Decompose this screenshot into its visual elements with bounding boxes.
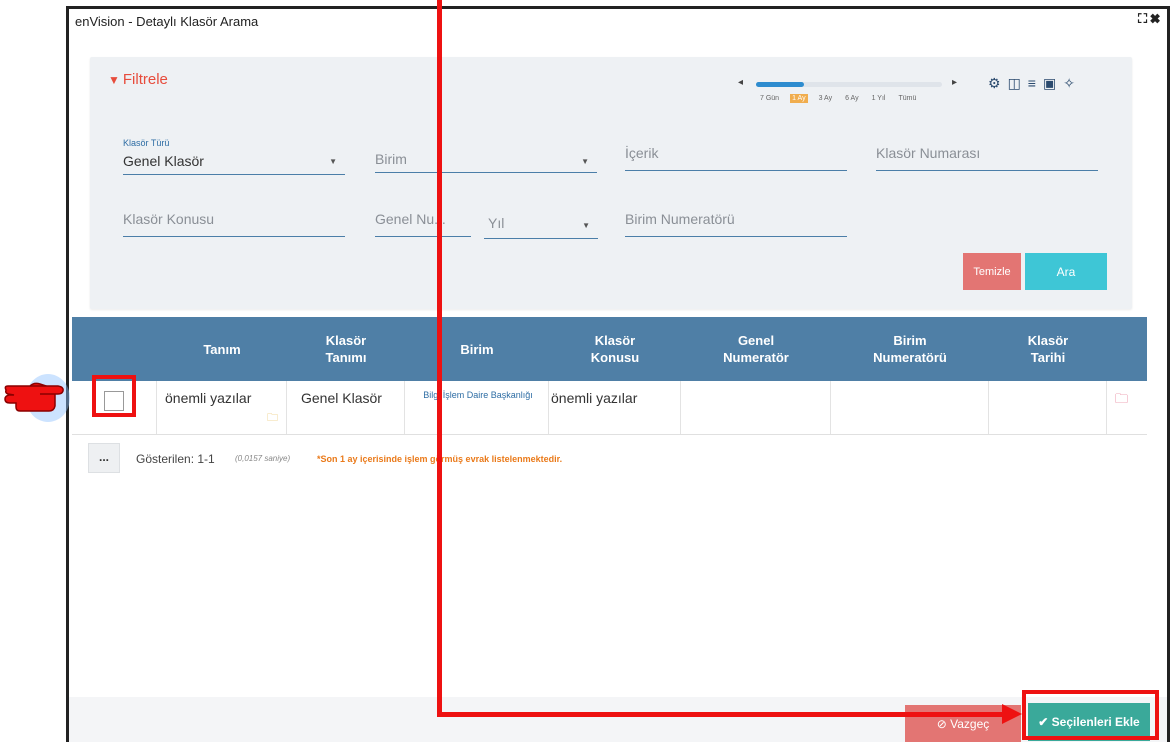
klasor-numarasi-input[interactable]: Klasör Numarası <box>876 141 1098 171</box>
range-1-ay[interactable]: 1 Ay <box>790 94 808 103</box>
range-3-ay[interactable]: 3 Ay <box>817 94 835 103</box>
annotation-arrow-vertical <box>437 0 442 716</box>
table-header: Tanım Klasör Tanımı Birim Klasör Konusu … <box>72 317 1147 381</box>
save-icon[interactable]: ▣ <box>1043 75 1056 91</box>
range-1-yil[interactable]: 1 Yıl <box>870 94 888 103</box>
cell-tanim: önemli yazılar 🗀 <box>157 381 287 434</box>
shown-count: Gösterilen: 1-1 <box>136 452 215 466</box>
klasor-turu-select[interactable]: Klasör Türü Genel Klasör ▼ <box>123 138 345 175</box>
time-range-slider[interactable]: ◂ ▸ 7 Gün 1 Ay 3 Ay 6 Ay 1 Yıl Tümü <box>738 77 960 107</box>
header-tanim[interactable]: Tanım <box>157 317 287 381</box>
birim-placeholder: Birim <box>375 151 407 167</box>
range-6-ay[interactable]: 6 Ay <box>843 94 861 103</box>
expand-icon[interactable]: ⛶ <box>1138 11 1150 26</box>
slider-track[interactable] <box>756 82 942 87</box>
select-column-header <box>72 317 157 381</box>
search-dialog: enVision - Detaylı Klasör Arama ⛶✖ ▼ Filt… <box>66 6 1170 742</box>
search-button[interactable]: Ara <box>1025 253 1107 290</box>
chevron-down-icon: ▼ <box>329 157 337 166</box>
klasor-konusu-value: önemli yazılar <box>551 390 638 406</box>
birim-select[interactable]: Birim ▼ <box>375 143 597 173</box>
range-7-gun[interactable]: 7 Gün <box>758 94 781 103</box>
header-genel-numerator[interactable]: Genel Numeratör <box>681 317 831 381</box>
cell-birim: Bilgi İşlem Daire Başkanlığı <box>405 381 549 434</box>
dialog-title: enVision - Detaylı Klasör Arama <box>75 14 259 29</box>
klasor-konusu-input[interactable]: Klasör Konusu <box>123 207 345 237</box>
add-button-highlight <box>1022 690 1159 740</box>
header-klasor-tanimi[interactable]: Klasör Tanımı <box>287 317 405 381</box>
header-birim-numeratoru[interactable]: Birim Numeratörü <box>831 317 989 381</box>
header-birim[interactable]: Birim <box>405 317 549 381</box>
results-table: Tanım Klasör Tanımı Birim Klasör Konusu … <box>72 317 1147 435</box>
cell-klasor-tanimi: Genel Klasör <box>287 381 405 434</box>
cancel-label: Vazgeç <box>950 717 990 731</box>
tanim-value: önemli yazılar <box>165 390 252 406</box>
header-klasor-tarihi[interactable]: Klasör Tarihi <box>989 317 1107 381</box>
filter-icon: ▼ <box>108 73 120 87</box>
yil-select[interactable]: Yıl ▼ <box>484 209 598 239</box>
more-button[interactable]: ... <box>88 443 120 473</box>
pin-icon[interactable]: ✧ <box>1063 75 1075 91</box>
klasor-turu-value: Genel Klasör <box>123 153 204 169</box>
close-icon[interactable]: ✖ <box>1150 11 1163 26</box>
cell-klasor-tarihi <box>989 381 1107 434</box>
slider-right-arrow-icon[interactable]: ▸ <box>952 77 957 88</box>
filter-title: ▼ Filtrele <box>108 71 168 88</box>
cell-actions: 🗀 <box>1107 381 1147 434</box>
klasor-tanimi-value: Genel Klasör <box>301 390 382 406</box>
cell-birim-numeratoru <box>831 381 989 434</box>
slider-fill <box>756 82 804 87</box>
annotation-arrow-horizontal <box>437 712 1005 717</box>
cell-klasor-konusu: önemli yazılar <box>549 381 681 434</box>
annotation-arrowhead <box>1002 704 1022 724</box>
open-folder-icon[interactable]: 🗀 <box>1115 390 1128 412</box>
genel-nu-input[interactable]: Genel Nu... <box>375 207 471 237</box>
birim-numeratoru-input[interactable]: Birim Numeratörü <box>625 207 847 237</box>
klasor-konusu-placeholder: Klasör Konusu <box>123 211 215 227</box>
cell-genel-numerator <box>681 381 831 434</box>
birim-numeratoru-placeholder: Birim Numeratörü <box>625 211 735 227</box>
header-actions <box>1107 317 1147 381</box>
filter-title-label: Filtrele <box>122 71 168 88</box>
columns-icon[interactable]: ◫ <box>1008 75 1021 91</box>
header-klasor-konusu[interactable]: Klasör Konusu <box>549 317 681 381</box>
query-time: (0,0157 saniye) <box>235 454 291 463</box>
icerik-placeholder: İçerik <box>625 145 659 161</box>
chevron-down-icon: ▼ <box>582 221 590 230</box>
icerik-input[interactable]: İçerik <box>625 141 847 171</box>
filter-toolbar: ⚙ ◫ ≡ ▣ ✧ <box>988 75 1082 92</box>
klasor-turu-label: Klasör Türü <box>123 138 170 148</box>
genel-nu-placeholder: Genel Nu... <box>375 211 446 227</box>
filter-panel: ▼ Filtrele ◂ ▸ 7 Gün 1 Ay 3 Ay 6 Ay 1 Yıl Tümü… <box>90 57 1132 309</box>
window-controls: ⛶✖ <box>1138 11 1163 27</box>
klasor-numarasi-placeholder: Klasör Numarası <box>876 145 981 161</box>
slider-labels: 7 Gün 1 Ay 3 Ay 6 Ay 1 Yıl Tümü <box>758 94 927 103</box>
checkbox-highlight <box>92 375 136 417</box>
pointing-hand-icon <box>4 374 70 422</box>
screen: enVision - Detaylı Klasör Arama ⛶✖ ▼ Filt… <box>0 0 1174 742</box>
table-footer: ... Gösterilen: 1-1 (0,0157 saniye) *Son… <box>88 443 988 473</box>
cancel-icon: ⊘ <box>936 717 947 731</box>
clear-button[interactable]: Temizle <box>963 253 1021 290</box>
chevron-down-icon: ▼ <box>581 157 589 166</box>
slider-left-arrow-icon[interactable]: ◂ <box>738 77 743 88</box>
sort-icon[interactable]: ≡ <box>1028 75 1036 91</box>
range-tumu[interactable]: Tümü <box>896 94 918 103</box>
folder-icon[interactable]: 🗀 <box>267 409 278 428</box>
gear-icon[interactable]: ⚙ <box>988 75 1001 91</box>
yil-placeholder: Yıl <box>488 215 505 231</box>
table-row[interactable]: önemli yazılar 🗀 Genel Klasör Bilgi İşle… <box>72 381 1147 435</box>
